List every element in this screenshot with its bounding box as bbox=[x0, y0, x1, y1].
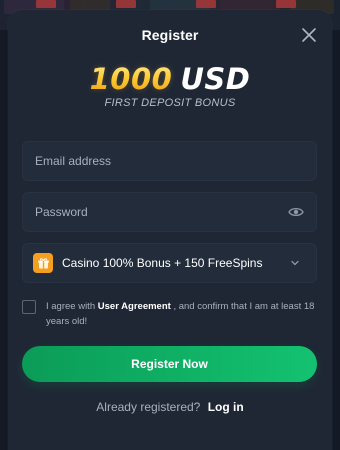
bonus-select[interactable]: Casino 100% Bonus + 150 FreeSpins bbox=[22, 243, 317, 283]
gift-icon bbox=[33, 253, 53, 273]
new-badge bbox=[36, 0, 56, 8]
new-badge bbox=[196, 0, 216, 8]
modal-title: Register bbox=[141, 27, 199, 43]
gift-glyph bbox=[37, 257, 49, 268]
agreement-text: I agree with User Agreement , and confir… bbox=[46, 299, 317, 329]
email-field[interactable] bbox=[35, 154, 304, 168]
register-modal: Register 1000 USD FIRST DEPOSIT BONUS Em… bbox=[8, 10, 332, 450]
modal-header: Register bbox=[8, 10, 332, 60]
close-icon[interactable] bbox=[300, 26, 318, 44]
bonus-currency: USD bbox=[180, 62, 251, 96]
password-field-wrapper bbox=[22, 192, 317, 232]
new-badge bbox=[276, 0, 296, 8]
eye-icon[interactable] bbox=[288, 206, 304, 218]
register-now-button[interactable]: Register Now bbox=[22, 346, 317, 382]
bonus-select-value: Casino 100% Bonus + 150 FreeSpins bbox=[62, 256, 263, 270]
chevron-down-icon bbox=[291, 260, 299, 266]
new-badge bbox=[116, 0, 136, 8]
login-link[interactable]: Log in bbox=[208, 400, 244, 414]
bonus-subtitle: FIRST DEPOSIT BONUS bbox=[104, 97, 236, 109]
bonus-amount: 1000 USD bbox=[90, 62, 251, 96]
login-prompt: Already registered? Log in bbox=[8, 400, 332, 414]
agreement-checkbox[interactable] bbox=[22, 300, 36, 314]
user-agreement-link[interactable]: User Agreement bbox=[98, 301, 171, 312]
bonus-banner: 1000 USD FIRST DEPOSIT BONUS bbox=[8, 62, 332, 109]
agreement-prefix: I agree with bbox=[46, 301, 96, 312]
agreement-row: I agree with User Agreement , and confir… bbox=[22, 299, 317, 329]
email-field-wrapper bbox=[22, 141, 317, 181]
bonus-value: 1000 bbox=[89, 62, 173, 96]
password-field[interactable] bbox=[35, 205, 288, 219]
already-registered-text: Already registered? bbox=[96, 400, 201, 414]
